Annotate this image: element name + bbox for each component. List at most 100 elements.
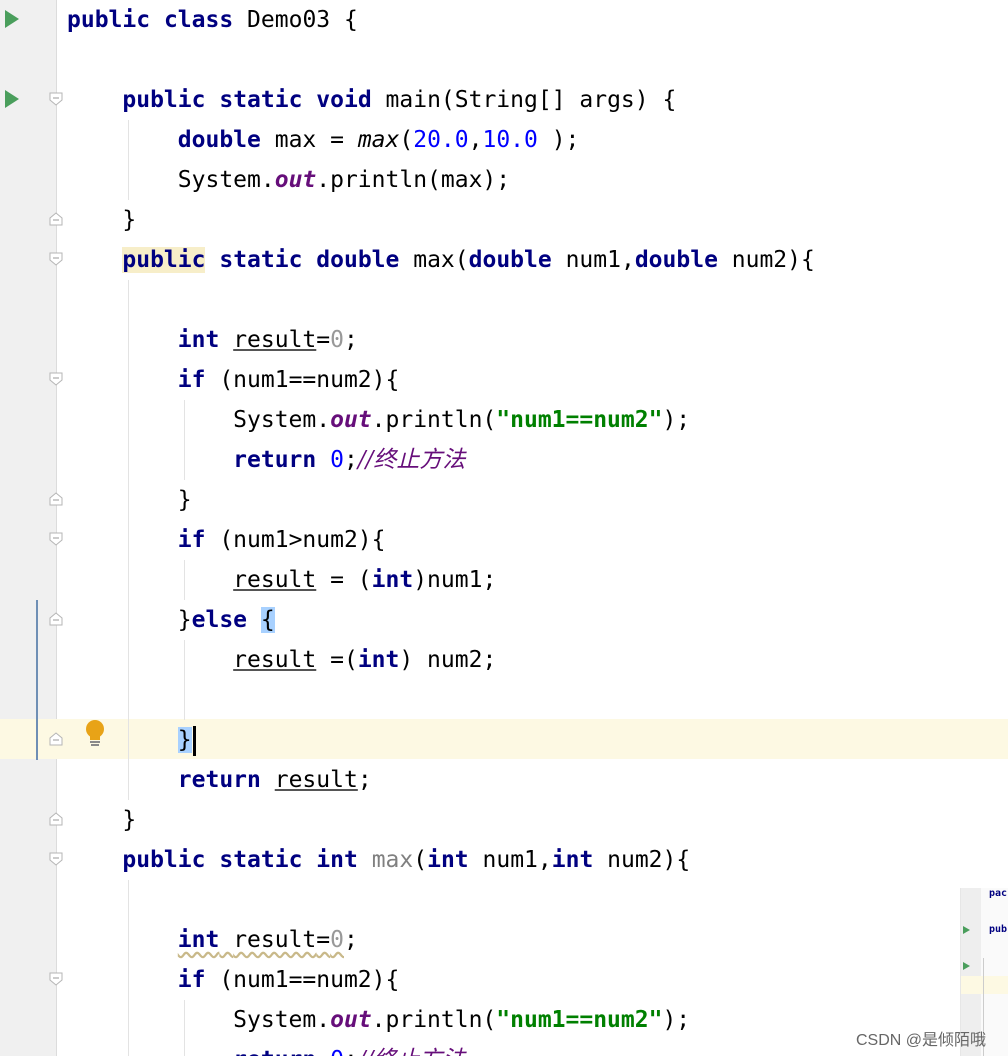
brace: }: [177, 607, 192, 633]
code-text: ) num2;: [399, 647, 497, 673]
fold-icon[interactable]: [49, 812, 63, 826]
fold-icon[interactable]: [49, 252, 63, 266]
condition: (num1==num2){: [205, 367, 400, 393]
code-line-max-int-signature[interactable]: public static int max(int num1,int num2)…: [67, 840, 690, 880]
number-literal: 0: [330, 447, 344, 473]
number-literal: 10.0: [482, 127, 538, 153]
code-line-else[interactable]: }else {: [67, 600, 275, 640]
code-text: ;: [344, 927, 358, 953]
code-text: );: [537, 127, 580, 153]
keyword: double: [468, 247, 552, 273]
code-line-main-signature[interactable]: public static void main(String[] args) {: [67, 80, 676, 120]
code-line-method-close[interactable]: }: [67, 800, 136, 840]
code-text: .println(: [371, 1007, 497, 1033]
fold-icon[interactable]: [49, 612, 63, 626]
code-text: )num1;: [413, 567, 497, 593]
code-line-int-result-2[interactable]: int result=0;: [67, 920, 358, 960]
fold-icon[interactable]: [49, 532, 63, 546]
keyword: public: [122, 847, 206, 873]
code-line-if-equal-2[interactable]: if (num1==num2){: [67, 960, 400, 1000]
code-line-int-result[interactable]: int result=0;: [67, 320, 358, 360]
run-icon[interactable]: [5, 90, 19, 108]
parameter: num2){: [717, 247, 815, 273]
code-line-println-equal[interactable]: System.out.println("num1==num2");: [67, 400, 690, 440]
code-line-if-close[interactable]: }: [67, 480, 192, 520]
fold-icon[interactable]: [49, 972, 63, 986]
vcs-change-marker[interactable]: [36, 600, 38, 760]
fold-icon[interactable]: [49, 492, 63, 506]
code-text: = (: [316, 567, 372, 593]
keyword: int: [427, 847, 469, 873]
variable: result: [233, 927, 317, 953]
run-icon: [963, 926, 970, 934]
parameter: num1,: [551, 247, 635, 273]
code-line-max-double-signature[interactable]: public static double max(double num1,dou…: [67, 240, 815, 280]
run-icon: [963, 962, 970, 970]
static-field: out: [330, 1007, 372, 1033]
fold-icon[interactable]: [49, 372, 63, 386]
code-text: ;: [343, 447, 358, 473]
condition: (num1==num2){: [205, 967, 400, 993]
keyword: static: [219, 247, 303, 273]
gutter-border: [56, 0, 57, 1056]
keyword: else: [191, 607, 248, 633]
keyword: return: [233, 447, 317, 473]
code-line-if-equal[interactable]: if (num1==num2){: [67, 360, 400, 400]
run-icon[interactable]: [5, 10, 19, 28]
code-line-assign-num1[interactable]: result = (int)num1;: [67, 560, 496, 600]
string-literal: "num1==num2": [496, 407, 663, 433]
code-line-double-max[interactable]: double max = max(20.0,10.0 );: [67, 120, 580, 160]
keyword: int: [177, 327, 220, 353]
method-signature: main(String[] args) {: [371, 87, 677, 113]
keyword: double: [316, 247, 400, 273]
fold-icon[interactable]: [49, 92, 63, 106]
code-text: );: [662, 1007, 691, 1033]
comment: //终止方法: [358, 1047, 466, 1056]
fold-icon[interactable]: [49, 852, 63, 866]
number-literal: 0: [330, 1047, 344, 1056]
mini-code-text: pac: [989, 888, 1008, 899]
code-line-assign-num2[interactable]: result =(int) num2;: [67, 640, 496, 680]
string-literal: "num1==num2": [496, 1007, 663, 1033]
keyword: class: [163, 7, 234, 33]
code-text: System.: [233, 1007, 331, 1033]
code-text: ;: [357, 767, 372, 793]
brace-match: {: [260, 607, 275, 633]
code-text: =: [316, 327, 331, 353]
code-text: ;: [344, 327, 358, 353]
brace: }: [122, 207, 137, 233]
keyword: if: [177, 367, 206, 393]
keyword: void: [316, 87, 372, 113]
code-line-if-greater[interactable]: if (num1>num2){: [67, 520, 386, 560]
mini-current-line: [961, 976, 1008, 994]
code-line-return-zero[interactable]: return 0;//终止方法: [67, 440, 465, 480]
code-text: ,: [468, 127, 483, 153]
keyword: int: [177, 927, 220, 953]
comment: //终止方法: [357, 447, 466, 473]
fold-icon[interactable]: [49, 732, 63, 746]
keyword: int: [371, 567, 414, 593]
code-line-else-close[interactable]: }: [67, 720, 196, 760]
code-text: ;: [344, 1047, 358, 1056]
variable: result: [233, 327, 317, 353]
keyword: public: [122, 87, 206, 113]
variable: result: [274, 767, 358, 793]
code-line-println-max[interactable]: System.out.println(max);: [67, 160, 510, 200]
variable: result: [233, 567, 317, 593]
code-line-main-close[interactable]: }: [67, 200, 136, 240]
watermark: CSDN @是倾陌哦: [856, 1032, 987, 1049]
code-text: (: [413, 847, 428, 873]
keyword: public: [122, 247, 206, 273]
class-name: Demo03 {: [233, 7, 358, 33]
fold-icon[interactable]: [49, 212, 63, 226]
code-line-return-zero-2[interactable]: return 0;//终止方法: [67, 1040, 465, 1056]
code-line-class-declaration[interactable]: public class Demo03 {: [67, 0, 358, 40]
keyword: int: [551, 847, 594, 873]
parameter: num2){: [593, 847, 691, 873]
variable: result: [233, 647, 317, 673]
keyword: return: [177, 767, 261, 793]
code-text: );: [662, 407, 691, 433]
code-line-println-equal-2[interactable]: System.out.println("num1==num2");: [67, 1000, 690, 1040]
keyword: return: [233, 1047, 316, 1056]
code-line-return-result[interactable]: return result;: [67, 760, 372, 800]
